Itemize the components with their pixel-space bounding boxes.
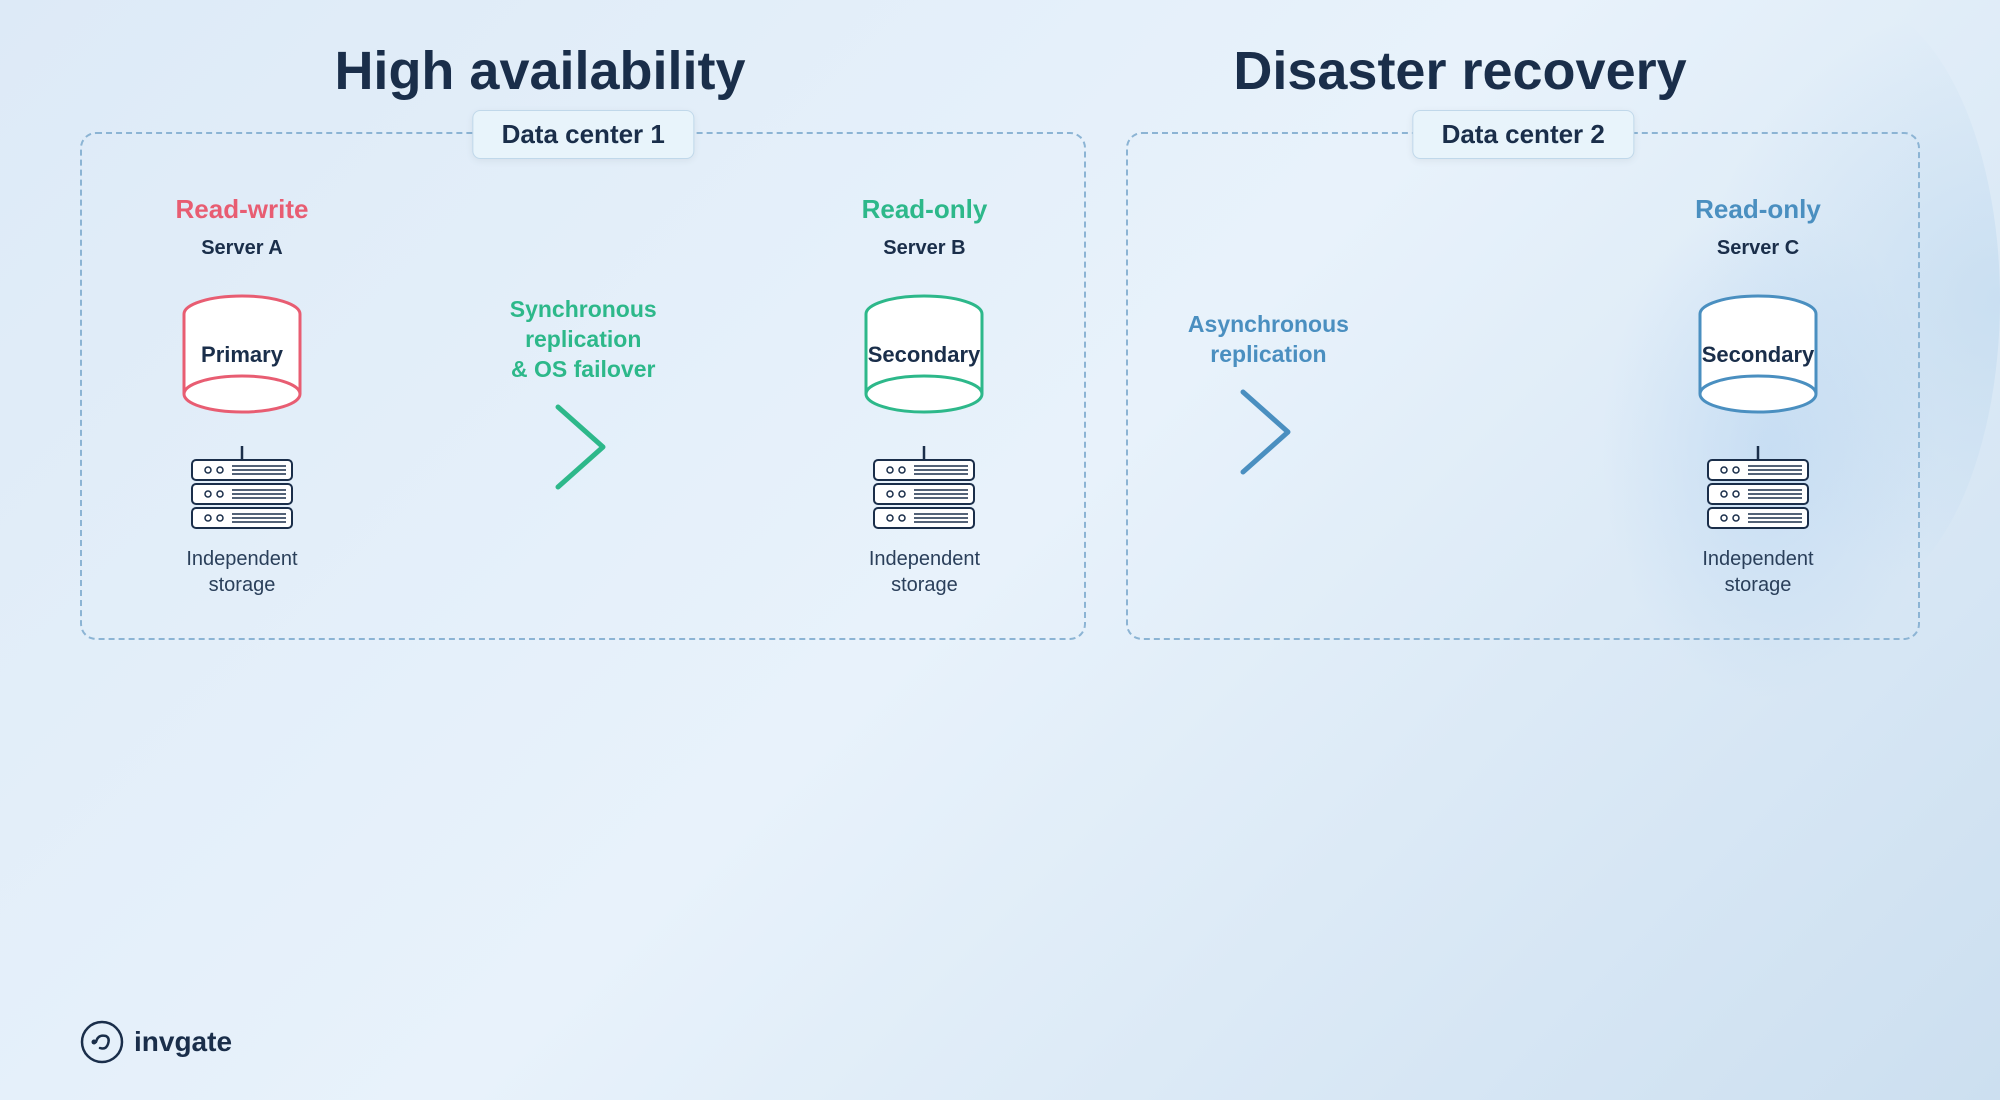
server-a-block: Read-write Server A Primary [122, 194, 362, 598]
server-c-storage [1698, 446, 1818, 536]
server-a-mode: Read-write [176, 194, 309, 225]
server-c-block: Read-only Server C Secondary [1638, 194, 1878, 598]
server-a-cylinder: Primary [162, 276, 322, 436]
svg-text:Secondary: Secondary [1702, 342, 1815, 367]
page-container: High availability Disaster recovery Data… [0, 0, 2000, 1100]
server-c-mode: Read-only [1695, 194, 1821, 225]
server-a-name: Server A [201, 237, 283, 260]
datacenter2-inner: Asynchronousreplication Read-only Server… [1168, 194, 1878, 598]
main-content: Data center 1 Read-write Server A Primar… [80, 132, 1920, 640]
svg-text:Secondary: Secondary [868, 342, 981, 367]
invgate-logo-icon [80, 1020, 124, 1064]
datacenter1-inner: Read-write Server A Primary [122, 194, 1044, 598]
server-b-cylinder: Secondary [844, 276, 1004, 436]
dc1-chevron-arrow [548, 397, 618, 497]
server-a-storage-label: Independentstorage [186, 546, 297, 598]
logo-text: invgate [134, 1026, 232, 1058]
datacenter1-box: Data center 1 Read-write Server A Primar… [80, 132, 1086, 640]
datacenter1-label: Data center 1 [473, 110, 694, 159]
dc2-chevron-arrow [1233, 382, 1303, 482]
server-a-storage [182, 446, 302, 536]
dc1-replication-text: Synchronousreplication& OS failover [510, 295, 657, 385]
high-availability-title: High availability [80, 40, 1000, 102]
svg-text:Primary: Primary [201, 342, 284, 367]
server-c-storage-label: Independentstorage [1702, 546, 1813, 598]
server-b-storage [864, 446, 984, 536]
datacenter2-box: Data center 2 Asynchronousreplication Re… [1126, 132, 1920, 640]
server-b-block: Read-only Server B Secondary [804, 194, 1044, 598]
server-b-mode: Read-only [862, 194, 988, 225]
dc2-replication-block: Asynchronousreplication [1168, 310, 1368, 482]
titles-row: High availability Disaster recovery [80, 40, 1920, 102]
server-b-name: Server B [883, 237, 965, 260]
datacenter2-label: Data center 2 [1413, 110, 1634, 159]
logo: invgate [80, 1020, 232, 1064]
server-c-name: Server C [1717, 237, 1799, 260]
server-b-storage-label: Independentstorage [869, 546, 980, 598]
disaster-recovery-title: Disaster recovery [1000, 40, 1920, 102]
dc2-replication-text: Asynchronousreplication [1188, 310, 1349, 370]
dc1-replication-block: Synchronousreplication& OS failover [483, 295, 683, 497]
server-c-cylinder: Secondary [1678, 276, 1838, 436]
